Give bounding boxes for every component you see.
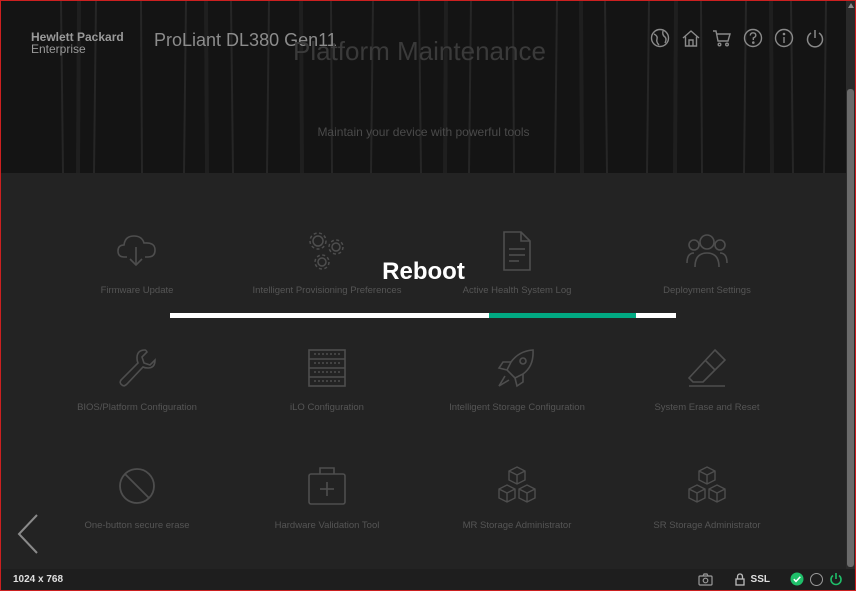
progress-fill [488, 313, 636, 318]
camera-icon[interactable] [697, 572, 713, 586]
tile-mr-storage-administrator[interactable]: MR Storage Administrator [422, 464, 612, 531]
hpe-logo: Hewlett Packard Enterprise [31, 31, 124, 55]
reboot-progress-bar [170, 313, 676, 318]
tile-label: Active Health System Log [462, 285, 572, 296]
scrollbar-thumb[interactable] [847, 89, 854, 567]
help-icon[interactable] [742, 27, 764, 49]
home-icon[interactable] [680, 27, 702, 49]
prohibited-icon [119, 468, 155, 504]
tile-hardware-validation-tool[interactable]: Hardware Validation Tool [232, 464, 422, 531]
status-bar: 1024 x 768 SSL [1, 569, 855, 590]
tile-label: SR Storage Administrator [653, 520, 761, 531]
tile-label: One-button secure erase [84, 520, 190, 531]
reboot-title: Reboot [382, 258, 465, 285]
lock-icon [734, 572, 745, 586]
top-toolbar [649, 27, 826, 49]
power-status-icon[interactable] [829, 572, 843, 586]
cubes-icon [688, 466, 726, 503]
status-ok-icon [790, 572, 804, 586]
info-icon[interactable] [773, 27, 795, 49]
tile-ilo-configuration[interactable]: iLO Configuration [232, 346, 422, 413]
status-indicators: SSL [697, 572, 843, 586]
tile-system-erase-and-reset[interactable]: System Erase and Reset [612, 346, 802, 413]
tile-label: iLO Configuration [290, 402, 364, 413]
eraser-icon [687, 348, 727, 387]
tile-label: Hardware Validation Tool [274, 520, 380, 531]
tile-label: System Erase and Reset [654, 402, 760, 413]
resolution-readout: 1024 x 768 [13, 574, 64, 585]
server-icon [308, 349, 346, 387]
status-idle-icon [810, 572, 823, 586]
back-arrow-icon[interactable] [15, 513, 41, 555]
tile-label: MR Storage Administrator [462, 520, 572, 531]
page-subtitle: Maintain your device with powerful tools [317, 125, 530, 139]
tile-bios-platform-configuration[interactable]: BIOS/Platform Configuration [42, 346, 232, 413]
tile-one-button-secure-erase[interactable]: One-button secure erase [42, 464, 232, 531]
scroll-up-arrow-icon[interactable] [848, 3, 854, 8]
tile-intelligent-storage-configuration[interactable]: Intelligent Storage Configuration [422, 346, 612, 413]
brand-line2: Enterprise [31, 42, 86, 56]
tile-label: BIOS/Platform Configuration [77, 402, 197, 413]
rocket-icon [497, 349, 534, 388]
tile-label: Intelligent Storage Configuration [449, 402, 585, 413]
vertical-scrollbar[interactable] [846, 1, 855, 569]
medkit-icon [308, 467, 346, 505]
globe-icon[interactable] [649, 27, 671, 49]
cubes-icon [498, 466, 536, 503]
remote-console-screen[interactable]: Hewlett Packard Enterprise ProLiant DL38… [1, 1, 846, 569]
tile-sr-storage-administrator[interactable]: SR Storage Administrator [612, 464, 802, 531]
hero-banner: Hewlett Packard Enterprise ProLiant DL38… [1, 1, 846, 173]
tile-label: Firmware Update [100, 285, 174, 296]
power-icon[interactable] [804, 27, 826, 49]
cart-icon[interactable] [711, 27, 733, 49]
wrench-icon [119, 349, 156, 387]
tile-label: Deployment Settings [663, 285, 751, 296]
ssl-label: SSL [750, 573, 770, 585]
page-title: Platform Maintenance [293, 36, 546, 66]
tile-label: Intelligent Provisioning Preferences [252, 285, 402, 296]
